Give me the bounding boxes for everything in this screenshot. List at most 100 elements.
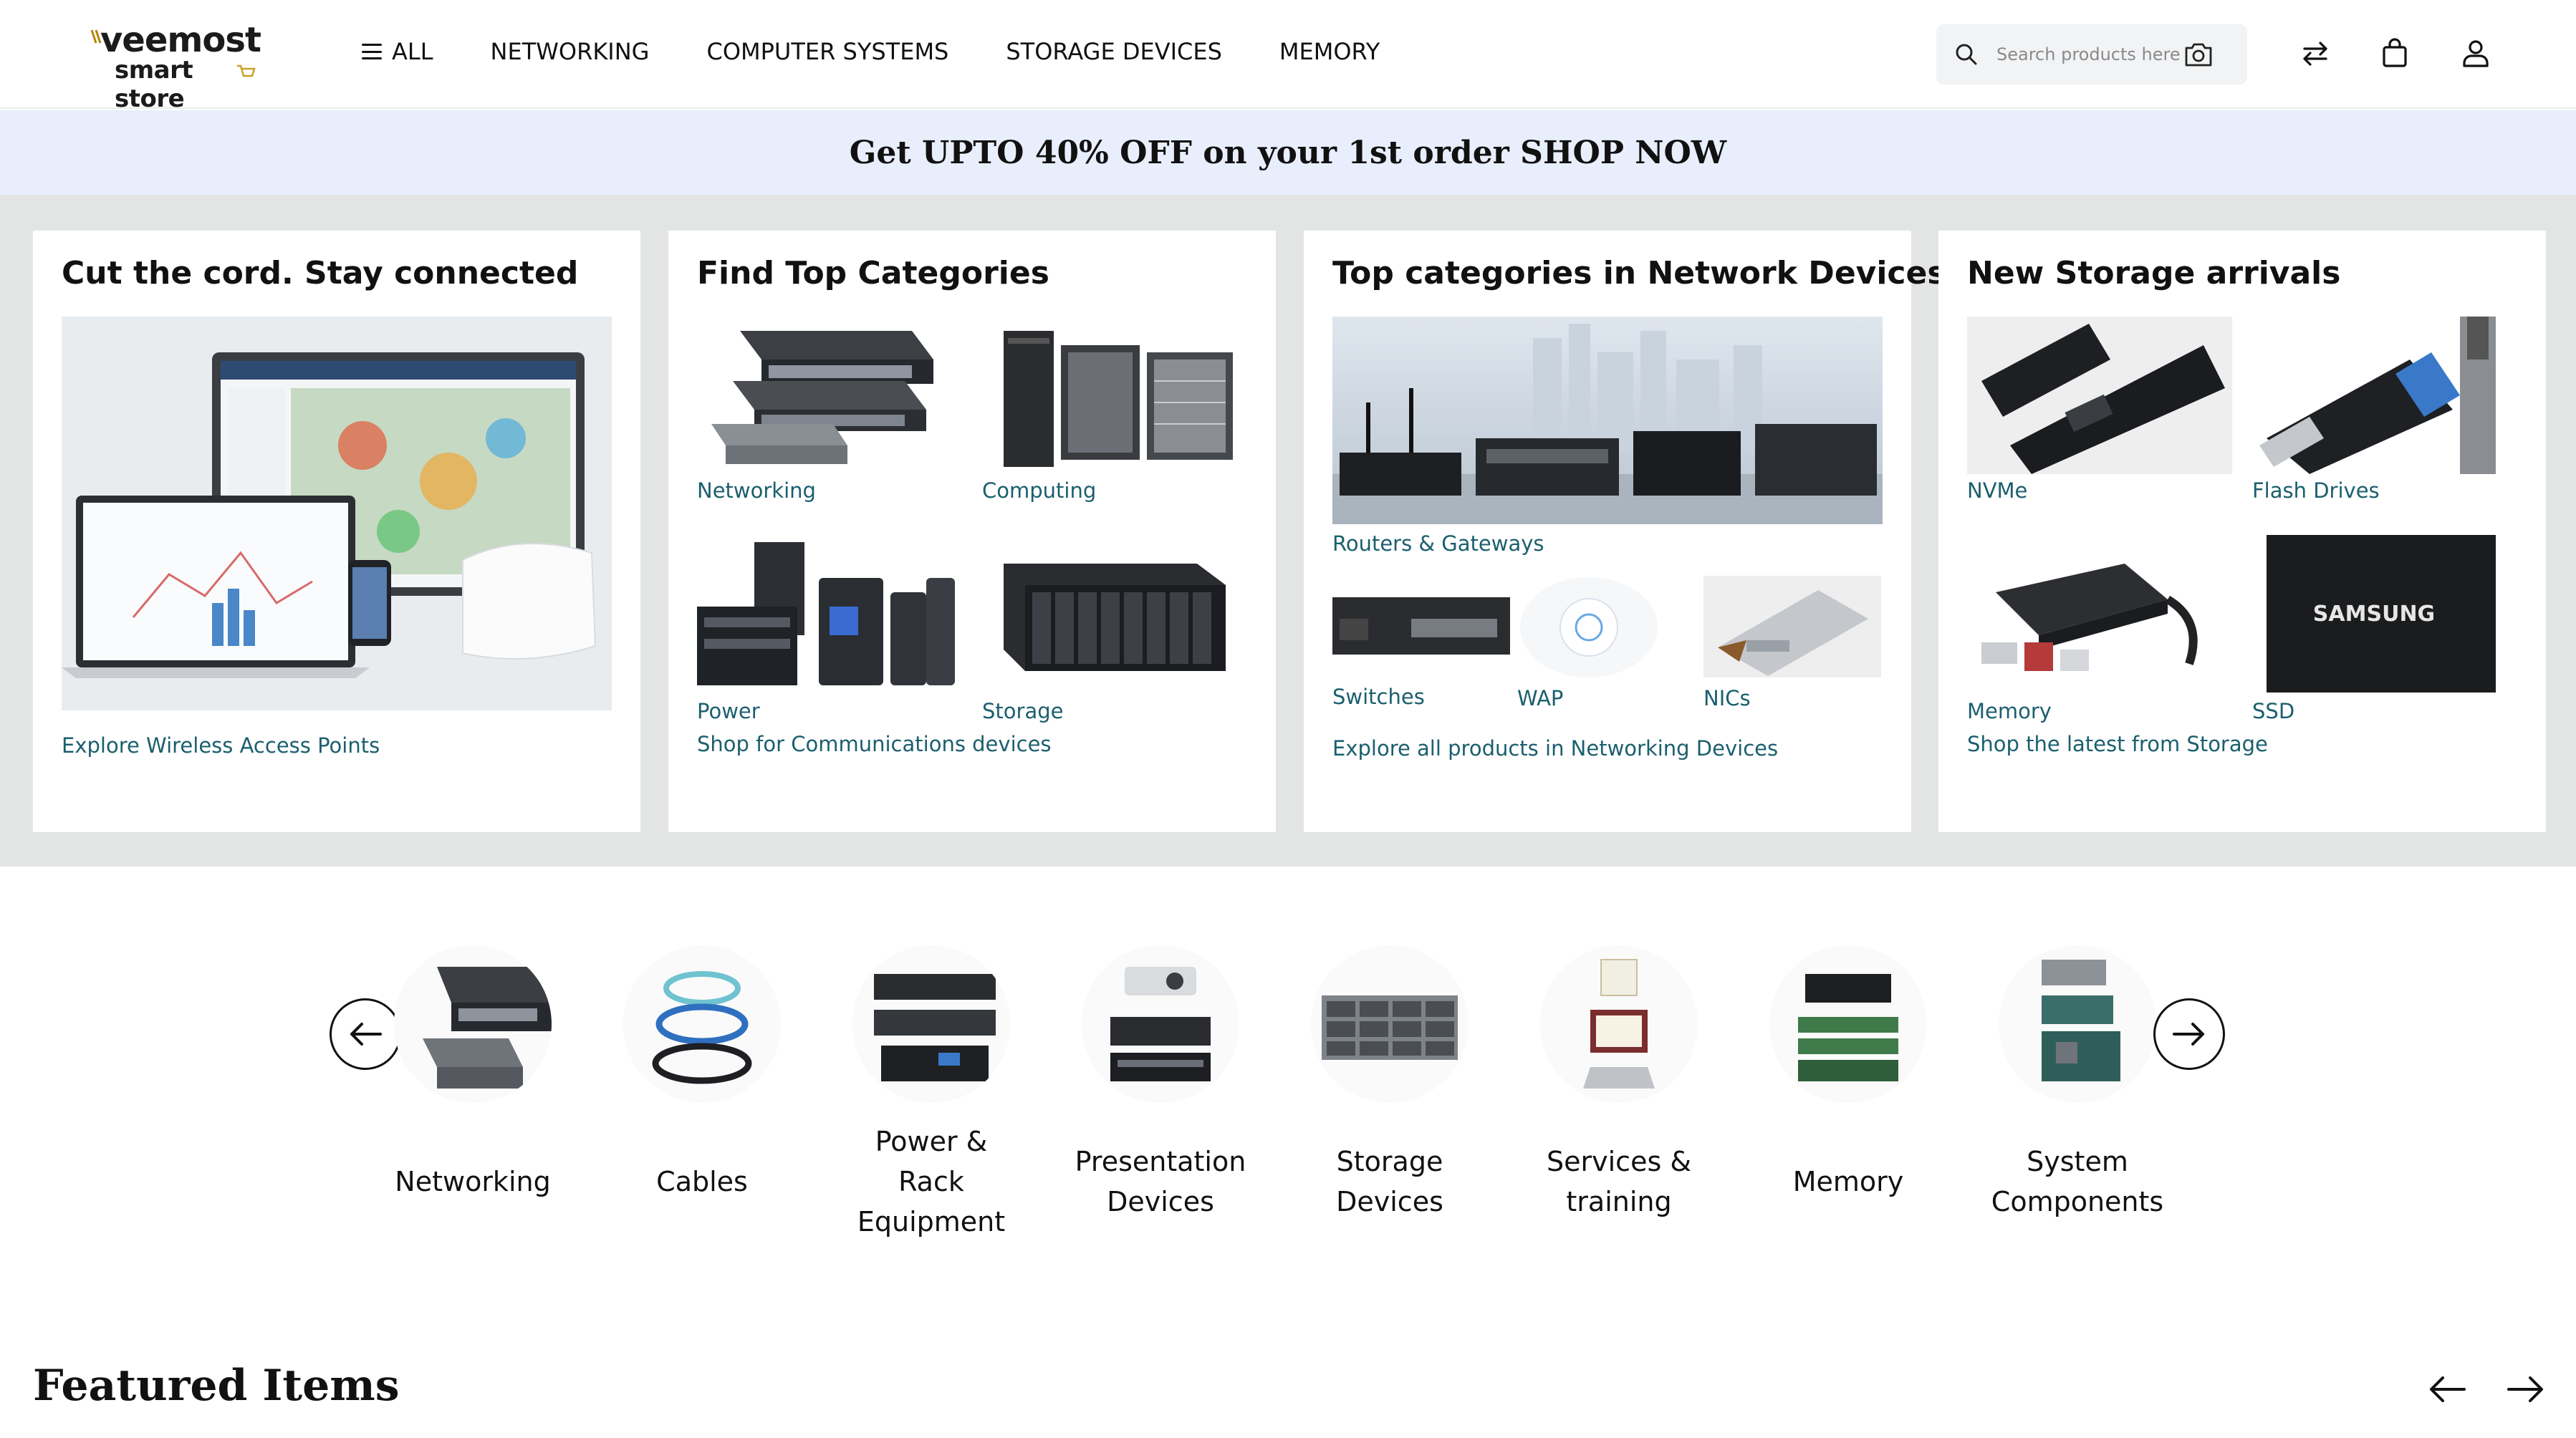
nav-storage-devices[interactable]: STORAGE DEVICES [1006,38,1222,65]
featured-prev-arrow-icon[interactable] [2426,1369,2469,1409]
nav-all[interactable]: ALL [362,38,433,65]
ssd-image[interactable]: SAMSUNG [2252,535,2517,693]
category-label: Memory [1792,1166,1904,1197]
tile-computing-label[interactable]: Computing [982,478,1096,503]
main-nav: ALL NETWORKING COMPUTER SYSTEMS STORAGE … [362,32,1437,72]
tile-nics-label[interactable]: NICs [1703,686,1751,710]
tile-nvme-label[interactable]: NVMe [1967,478,2027,503]
switches-image[interactable] [1332,576,1510,677]
memory-thumb-illustration [1798,974,1898,1081]
wireless-illustration [62,317,612,710]
category-label: Services & [1547,1146,1691,1177]
tile-networking-label[interactable]: Networking [697,478,816,503]
storage-array-thumb-illustration [1322,995,1458,1060]
menu-icon [362,44,382,59]
computing-servers-illustration [1004,331,1233,467]
memory-image[interactable] [1967,535,2232,693]
power-image[interactable] [697,535,962,693]
explore-wap-link[interactable]: Explore Wireless Access Points [62,733,380,758]
access-point-illustration [1520,577,1658,677]
category-system-components[interactable]: System Components [1984,945,2171,1246]
category-thumb [1999,945,2156,1103]
category-label: Devices [1107,1186,1214,1217]
tile-ssd-label[interactable]: SSD [2252,699,2294,723]
nav-networking[interactable]: NETWORKING [491,38,650,65]
category-power-rack[interactable]: Power & Rack Equipment [838,945,1024,1246]
computing-image[interactable] [982,317,1247,474]
nav-memory[interactable]: MEMORY [1279,38,1380,65]
category-storage-devices[interactable]: Storage Devices [1297,945,1483,1246]
card-title: New Storage arrivals [1967,255,2341,291]
components-thumb-illustration [2042,960,2120,1081]
tile-flash-drives-label[interactable]: Flash Drives [2252,478,2380,503]
tile-wap-label[interactable]: WAP [1517,686,1563,710]
nics-image[interactable] [1703,576,1881,677]
logo-brand: veemost [100,20,261,60]
nvme-drives-illustration [1967,317,2232,474]
svg-text:SAMSUNG: SAMSUNG [2313,602,2435,627]
routers-gateways-image[interactable] [1332,317,1883,524]
category-thumb [394,945,552,1103]
user-icon[interactable] [2456,34,2495,73]
category-label: Storage [1336,1146,1443,1177]
category-label: training [1566,1186,1672,1217]
nvme-image[interactable] [1967,317,2232,474]
tile-power-label[interactable]: Power [697,699,760,723]
card-reader-illustration [1981,564,2198,671]
flash-drive-illustration [2259,317,2496,474]
samsung-ssd-illustration: SAMSUNG [2267,535,2496,693]
cables-thumb-illustration [652,971,752,1084]
category-thumb [852,945,1010,1103]
search-input[interactable] [1996,37,2180,72]
card-top-categories: Find Top Categories Networking Computing… [668,231,1276,832]
category-label: Components [1991,1186,2164,1217]
networking-switches-illustration [711,331,933,464]
storage-image[interactable] [982,535,1247,693]
featured-next-arrow-icon[interactable] [2504,1369,2547,1409]
wireless-devices-image[interactable] [62,317,612,710]
category-thumb [623,945,781,1103]
search-icon[interactable] [1953,42,1979,67]
compare-icon[interactable] [2296,34,2335,73]
routers-gateways-label[interactable]: Routers & Gateways [1332,531,1544,556]
card-title: Cut the cord. Stay connected [62,255,579,291]
category-cables[interactable]: Cables [609,945,795,1246]
networking-thumb-illustration [423,967,552,1089]
camera-icon[interactable] [2183,40,2214,69]
site-logo[interactable]: veemost smart store [90,20,269,113]
category-services-training[interactable]: Services & training [1526,945,1712,1246]
nav-all-label: ALL [392,38,433,65]
power-ups-illustration [697,542,955,685]
carousel-next-button[interactable] [2153,998,2225,1070]
promo-banner[interactable]: Get UPTO 40% OFF on your 1st order SHOP … [0,110,2576,195]
rack-thumb-illustration [874,974,996,1081]
featured-items-heading: Featured Items [33,1361,400,1411]
sfp-module-illustration [1703,576,1881,677]
tile-memory-label[interactable]: Memory [1967,699,2052,723]
logo-cart-icon [237,64,256,77]
tile-storage-label[interactable]: Storage [982,699,1063,723]
wap-image[interactable] [1517,576,1695,677]
networking-image[interactable] [697,317,962,474]
switch-illustration [1332,597,1510,655]
search-bar [1936,24,2247,85]
category-label: Presentation [1075,1146,1246,1177]
arrow-left-icon [350,1023,382,1046]
flash-drives-image[interactable] [2252,317,2517,474]
shop-communications-link[interactable]: Shop for Communications devices [697,732,1052,756]
tile-switches-label[interactable]: Switches [1332,685,1425,709]
category-presentation[interactable]: Presentation Devices [1067,945,1254,1246]
bag-icon[interactable] [2375,34,2414,73]
explore-network-devices-link[interactable]: Explore all products in Networking Devic… [1332,736,1778,761]
nav-computer-systems[interactable]: COMPUTER SYSTEMS [706,38,948,65]
promo-text: Get UPTO 40% OFF on your 1st order SHOP … [849,134,1727,171]
category-networking[interactable]: Networking [380,945,566,1246]
category-label: Cables [656,1166,748,1197]
shop-latest-storage-link[interactable]: Shop the latest from Storage [1967,732,2268,756]
category-label: Devices [1336,1186,1443,1217]
category-label: System [2027,1146,2128,1177]
category-thumb [1769,945,1927,1103]
site-header: veemost smart store ALL NETWORKING COMPU… [0,0,2576,113]
card-wireless: Cut the cord. Stay connected Explore Wir… [33,231,640,832]
category-memory[interactable]: Memory [1755,945,1941,1246]
